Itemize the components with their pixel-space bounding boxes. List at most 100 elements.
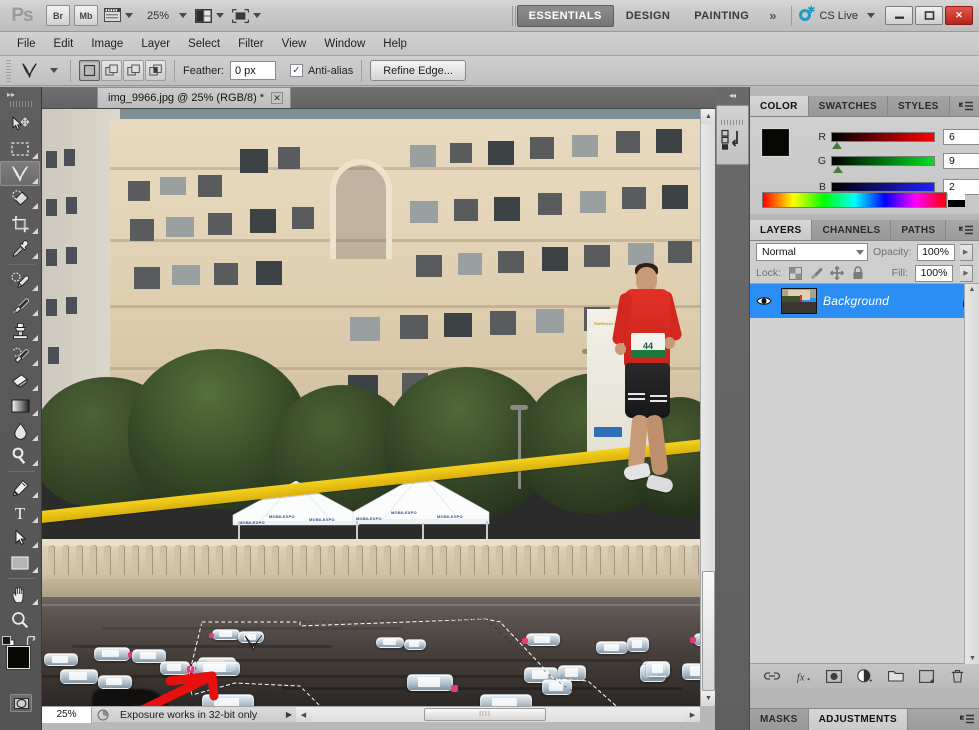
blue-channel-slider[interactable] [831, 182, 935, 199]
menu-view[interactable]: View [273, 35, 316, 53]
arrange-documents-button[interactable] [192, 4, 227, 28]
green-channel-slider[interactable] [831, 156, 935, 173]
lock-transparent-pixels-icon[interactable] [788, 266, 802, 280]
launch-mini-bridge-button[interactable]: Mb [74, 5, 98, 26]
green-slider-handle[interactable] [833, 166, 843, 173]
collapse-panels-button[interactable]: ◂◂ [715, 87, 749, 103]
dodge-tool[interactable] [0, 443, 40, 468]
image-canvas[interactable]: Raiffeisen BANK MOBILEXPO MOBILEXPO MOBI… [42, 109, 715, 706]
tab-layers[interactable]: LAYERS [750, 220, 813, 240]
menu-window[interactable]: Window [315, 35, 374, 53]
color-ramp-endpoints[interactable] [948, 193, 965, 207]
green-channel-value[interactable]: 9 [943, 153, 979, 169]
status-expand-button[interactable]: ▶ [282, 710, 296, 719]
zoom-dropdown-button[interactable] [172, 4, 190, 28]
vertical-scroll-thumb[interactable] [702, 571, 715, 691]
tab-color[interactable]: COLOR [750, 96, 809, 116]
menu-file[interactable]: File [8, 35, 45, 53]
layers-panel-menu-icon[interactable] [958, 224, 974, 237]
scroll-left-button[interactable]: ◀ [296, 707, 311, 722]
screen-mode-button[interactable] [229, 4, 264, 28]
zoom-level-display[interactable]: 25% [137, 10, 171, 22]
red-channel-value[interactable]: 6 [943, 129, 979, 145]
link-layers-icon[interactable] [763, 668, 780, 684]
subtract-from-selection-button[interactable] [123, 60, 144, 81]
tab-paths[interactable]: PATHS [891, 220, 947, 240]
layer-scroll-up[interactable]: ▲ [965, 284, 979, 293]
layer-name[interactable]: Background [823, 294, 949, 308]
workspace-essentials[interactable]: ESSENTIALS [516, 4, 614, 27]
blur-tool[interactable] [0, 418, 40, 443]
fill-stepper[interactable]: ▶ [960, 264, 973, 282]
workspace-painting[interactable]: PAINTING [682, 5, 761, 27]
anti-alias-checkbox[interactable]: ✓ [289, 64, 303, 77]
add-to-selection-button[interactable] [101, 60, 122, 81]
lasso-tool[interactable] [0, 161, 40, 186]
opacity-stepper[interactable]: ▶ [959, 243, 973, 261]
menu-help[interactable]: Help [374, 35, 416, 53]
gradient-tool[interactable] [0, 393, 40, 418]
blend-mode-select[interactable]: Normal [756, 243, 868, 261]
maximize-button[interactable] [915, 6, 943, 25]
feather-input[interactable] [229, 61, 276, 80]
more-workspaces-button[interactable]: » [761, 8, 784, 23]
crop-tool[interactable] [0, 211, 40, 236]
menu-edit[interactable]: Edit [45, 35, 83, 53]
canvas-vertical-scrollbar[interactable]: ▲ ▼ [700, 109, 716, 706]
new-group-icon[interactable] [887, 668, 904, 684]
menu-filter[interactable]: Filter [229, 35, 273, 53]
zoom-tool[interactable] [0, 607, 40, 632]
document-info-icon[interactable] [92, 707, 114, 723]
scroll-up-button[interactable]: ▲ [701, 109, 716, 124]
minimize-button[interactable] [885, 6, 913, 25]
color-panel-menu-icon[interactable] [958, 100, 974, 113]
hand-tool[interactable] [0, 582, 40, 607]
lock-all-icon[interactable] [851, 266, 865, 280]
horizontal-type-tool[interactable]: T [0, 500, 40, 525]
lock-position-icon[interactable] [830, 266, 845, 280]
horizontal-scroll-thumb[interactable]: IIII [424, 708, 546, 721]
tab-adjustments[interactable]: ADJUSTMENTS [808, 709, 908, 730]
new-selection-button[interactable] [79, 60, 100, 81]
adjustment-layer-icon[interactable] [856, 668, 873, 684]
layer-visibility-icon[interactable] [753, 295, 775, 307]
color-panel-foreground-swatch[interactable] [762, 129, 789, 156]
close-button[interactable]: ✕ [945, 6, 973, 25]
new-layer-icon[interactable] [919, 668, 935, 684]
refine-edge-button[interactable]: Refine Edge... [370, 60, 466, 81]
toolbox-grip[interactable] [9, 101, 32, 107]
table-row[interactable]: Background [750, 284, 979, 318]
pen-tool[interactable] [0, 475, 40, 500]
red-slider-handle[interactable] [832, 142, 842, 149]
brush-tool[interactable] [0, 293, 40, 318]
launch-bridge-button[interactable]: Br [46, 5, 70, 26]
history-panel-icon[interactable] [715, 105, 749, 165]
lasso-tool-icon[interactable] [16, 59, 42, 83]
clone-stamp-tool[interactable] [0, 318, 40, 343]
menu-layer[interactable]: Layer [132, 35, 179, 53]
rectangle-tool[interactable] [0, 550, 40, 575]
anti-alias-control[interactable]: ✓ Anti-alias [289, 64, 353, 77]
tab-styles[interactable]: STYLES [887, 96, 950, 116]
layer-mask-icon[interactable] [825, 668, 842, 684]
menu-select[interactable]: Select [179, 35, 229, 53]
tool-preset-dropdown[interactable] [43, 59, 61, 83]
layer-style-icon[interactable]: fx [795, 668, 811, 684]
foreground-color-swatch[interactable] [7, 646, 30, 669]
intersect-with-selection-button[interactable] [145, 60, 166, 81]
scroll-down-button[interactable]: ▼ [701, 691, 716, 706]
scroll-right-button[interactable]: ▶ [685, 707, 700, 722]
quick-mask-mode-button[interactable] [0, 690, 42, 716]
color-spectrum-ramp[interactable] [762, 192, 965, 208]
spot-healing-brush-tool[interactable] [0, 268, 40, 293]
zoom-percentage-field[interactable]: 25% [42, 706, 92, 723]
move-tool[interactable] [0, 111, 40, 136]
history-brush-tool[interactable] [0, 343, 40, 368]
red-channel-slider[interactable] [831, 132, 935, 149]
opacity-value[interactable]: 100% [916, 243, 955, 261]
view-extras-button[interactable] [101, 4, 136, 28]
layer-scroll-down[interactable]: ▼ [965, 655, 979, 662]
path-selection-tool[interactable] [0, 525, 40, 550]
tab-channels[interactable]: CHANNELS [812, 220, 892, 240]
canvas-horizontal-scrollbar[interactable]: ◀ IIII ▶ [296, 706, 700, 722]
